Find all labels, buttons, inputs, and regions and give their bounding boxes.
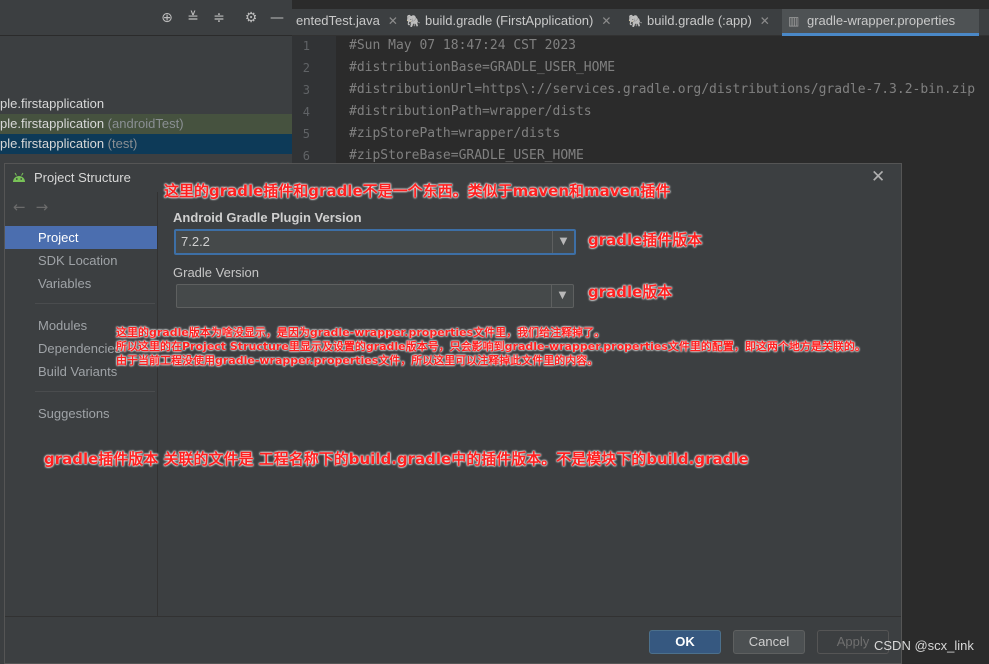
annotation-agp-note: gradle插件版本: [588, 231, 703, 249]
collapse-all-icon[interactable]: ≑: [210, 9, 228, 27]
csdn-watermark: CSDN @scx_link: [874, 638, 974, 653]
dialog-footer: OK Cancel Apply: [5, 616, 901, 663]
tree-row-suffix: (androidTest): [104, 116, 184, 131]
nav-divider: [35, 391, 155, 392]
tree-row[interactable]: ple.firstapplication (androidTest): [0, 114, 292, 134]
minimize-icon[interactable]: —: [268, 9, 286, 27]
tree-row-label: ple.firstapplication: [0, 116, 105, 131]
screenshot-root: ⊕ ≚ ≑ ⚙ — ple.firstapplication ple.first…: [0, 0, 989, 664]
nav-item-sdk-location[interactable]: SDK Location: [5, 249, 157, 272]
editor-tabs: entedTest.java ✕ 🐘 build.gradle (FirstAppl…: [292, 9, 989, 36]
annotation-gradle-note: gradle版本: [588, 283, 673, 301]
gradle-version-label: Gradle Version: [173, 265, 259, 280]
project-settings-panel: Android Gradle Plugin Version 7.2.2 ▼ Gr…: [158, 192, 901, 616]
close-icon[interactable]: ✕: [871, 167, 885, 187]
tab-instrumented-test[interactable]: entedTest.java ✕: [296, 9, 400, 36]
line-number: 6: [302, 149, 310, 163]
dialog-title: Project Structure: [34, 170, 131, 185]
cancel-button[interactable]: Cancel: [733, 630, 805, 654]
nav-item-variables[interactable]: Variables: [5, 272, 157, 295]
tree-row[interactable]: ple.firstapplication (test): [0, 134, 292, 154]
annotation-title-note: 这里的gradle插件和gradle不是一个东西。类似于maven和maven插…: [164, 182, 671, 200]
tab-label: build.gradle (:app): [647, 13, 752, 28]
annotation-bottom-note: gradle插件版本 关联的文件是 工程名称下的build.gradle中的插件…: [44, 450, 749, 468]
code-line: #distributionPath=wrapper/dists: [349, 104, 592, 119]
annotation-explain-line: 由于当前工程没使用gradle-wrapper.properties文件，所以这…: [116, 354, 599, 367]
project-tree: ple.firstapplication ple.firstapplicatio…: [0, 36, 292, 176]
ok-button[interactable]: OK: [649, 630, 721, 654]
tree-row-label: ple.firstapplication: [0, 136, 105, 151]
android-icon: [13, 172, 25, 182]
expand-all-icon[interactable]: ≚: [184, 9, 202, 27]
agp-version-combobox[interactable]: 7.2.2 ▼: [174, 229, 576, 255]
tree-row-label: ple.firstapplication: [0, 96, 105, 111]
gradle-elephant-icon: 🐘: [628, 14, 643, 28]
line-number: 1: [302, 39, 310, 53]
annotation-explain-line: 所以这里的在Project Structure里显示及设置的gradle版本号，…: [116, 340, 866, 353]
properties-file-icon: ▥: [788, 14, 800, 28]
code-line: #zipStorePath=wrapper/dists: [349, 126, 561, 141]
gradle-version-combobox[interactable]: ▼: [176, 284, 574, 308]
project-structure-dialog: Project Structure ✕ ←→ Project SDK Locat…: [4, 163, 902, 664]
nav-item-suggestions[interactable]: Suggestions: [5, 402, 157, 425]
line-number: 3: [302, 83, 310, 97]
gradle-elephant-icon: 🐘: [406, 14, 421, 28]
tree-row-suffix: (test): [104, 136, 138, 151]
tab-build-gradle-app[interactable]: 🐘 build.gradle (:app) ✕: [628, 9, 778, 36]
tab-label: gradle-wrapper.properties: [807, 13, 956, 28]
gear-icon[interactable]: ⚙: [242, 9, 260, 27]
chevron-down-icon[interactable]: ▼: [552, 231, 574, 253]
back-forward-arrows-icon[interactable]: ←→: [13, 198, 58, 216]
code-editor[interactable]: 1 2 3 4 5 6 #Sun May 07 18:47:24 CST 202…: [292, 36, 989, 176]
line-number: 5: [302, 127, 310, 141]
code-line: #Sun May 07 18:47:24 CST 2023: [349, 38, 576, 53]
tab-label: entedTest.java: [296, 13, 380, 28]
code-line: #distributionUrl=https\://services.gradl…: [349, 82, 976, 97]
code-line: #distributionBase=GRADLE_USER_HOME: [349, 60, 616, 75]
editor-background: [902, 176, 989, 664]
code-line: #zipStoreBase=GRADLE_USER_HOME: [349, 148, 584, 163]
project-toolbar: ⊕ ≚ ≑ ⚙ —: [0, 0, 292, 36]
agp-version-label: Android Gradle Plugin Version: [173, 210, 362, 225]
nav-item-project[interactable]: Project: [5, 226, 157, 249]
nav-divider: [35, 303, 155, 304]
annotation-explain-line: 这里的gradle版本为啥没显示，是因为gradle-wrapper.prope…: [116, 326, 606, 339]
crosshair-icon[interactable]: ⊕: [158, 9, 176, 27]
structure-nav: ←→ Project SDK Location Variables Module…: [5, 192, 158, 616]
chevron-down-icon[interactable]: ▼: [551, 285, 573, 307]
line-number: 4: [302, 105, 310, 119]
close-icon[interactable]: ✕: [760, 14, 770, 28]
agp-version-value: 7.2.2: [181, 234, 210, 249]
tab-gradle-wrapper-properties[interactable]: ▥ gradle-wrapper.properties: [782, 9, 979, 36]
tree-row[interactable]: ple.firstapplication: [0, 94, 292, 114]
close-icon[interactable]: ✕: [601, 14, 611, 28]
close-icon[interactable]: ✕: [388, 14, 398, 28]
line-gutter: 1 2 3 4 5 6: [292, 36, 336, 176]
tab-build-gradle-project[interactable]: 🐘 build.gradle (FirstApplication) ✕: [406, 9, 622, 36]
tab-label: build.gradle (FirstApplication): [425, 13, 594, 28]
line-number: 2: [302, 61, 310, 75]
